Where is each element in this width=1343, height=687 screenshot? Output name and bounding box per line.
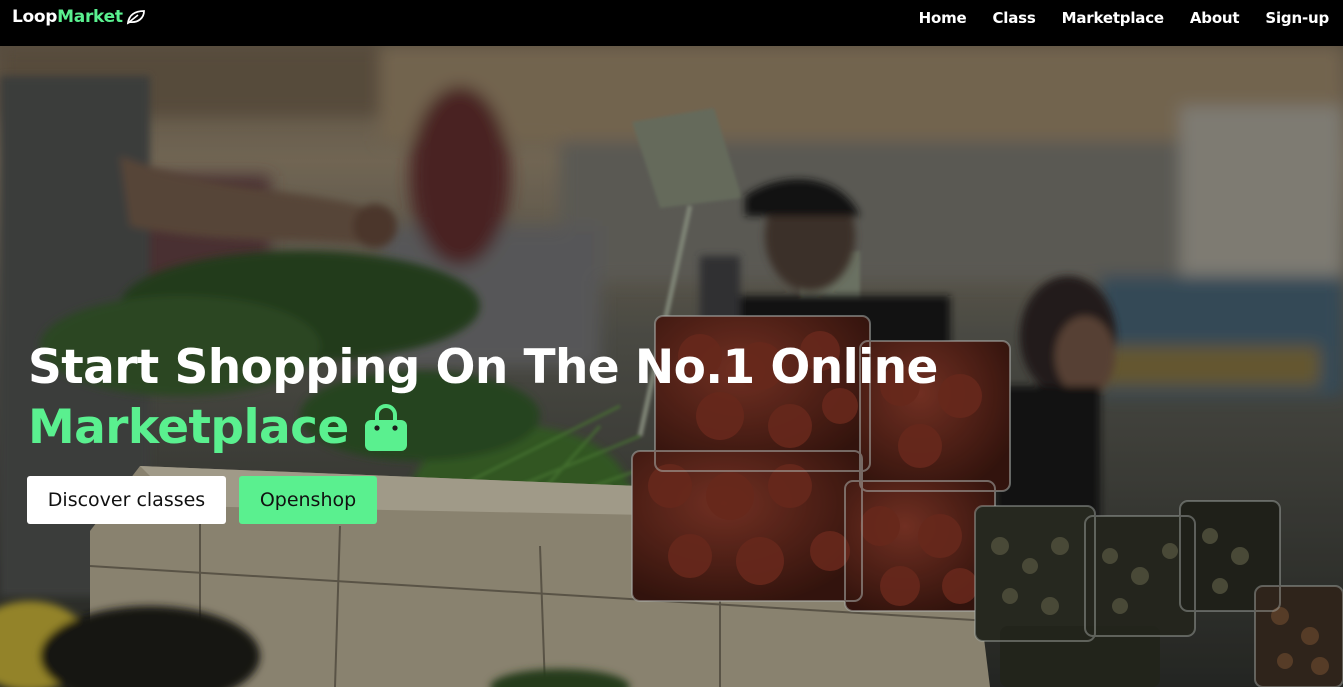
page: Loop Market Home Class Marketplace About …	[0, 0, 1343, 687]
hero-title: Start Shopping On The No.1 Online Market…	[28, 338, 938, 458]
hero-title-line2: Marketplace	[28, 400, 349, 455]
hero-title-line2-wrapper: Marketplace	[28, 398, 409, 458]
discover-classes-button[interactable]: Discover classes	[27, 476, 226, 524]
openshop-button[interactable]: Openshop	[239, 476, 377, 524]
brand-name-part1: Loop	[12, 7, 58, 27]
nav-home[interactable]: Home	[919, 9, 967, 27]
brand-name-part2: Market	[57, 7, 123, 27]
brand-logo[interactable]: Loop Market	[12, 7, 146, 27]
nav-class[interactable]: Class	[993, 9, 1036, 27]
nav-about[interactable]: About	[1190, 9, 1240, 27]
leaf-icon	[126, 10, 145, 25]
shopping-bag-icon	[364, 404, 407, 451]
hero-title-line1: Start Shopping On The No.1 Online	[28, 340, 938, 395]
nav-menu: Home Class Marketplace About Sign-up	[893, 0, 1330, 36]
navbar: Loop Market Home Class Marketplace About …	[0, 0, 1343, 46]
nav-marketplace[interactable]: Marketplace	[1062, 9, 1164, 27]
nav-sign-up[interactable]: Sign-up	[1265, 9, 1329, 27]
